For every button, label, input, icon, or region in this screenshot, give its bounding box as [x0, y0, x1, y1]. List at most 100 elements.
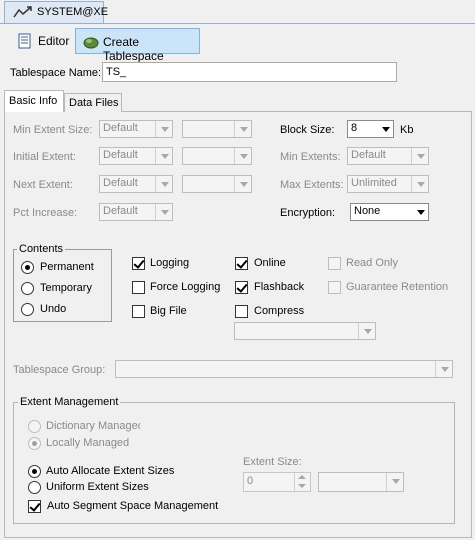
- online-checkbox[interactable]: [235, 257, 248, 270]
- chevron-down-icon: [435, 361, 452, 377]
- chevron-down-icon: [386, 473, 403, 491]
- compress-type-select[interactable]: [234, 322, 376, 340]
- auto-segment-checkbox[interactable]: [28, 500, 41, 513]
- connection-tab[interactable]: SYSTEM@XE: [4, 1, 108, 23]
- encryption-value: None: [354, 205, 381, 217]
- extent-size-unit-select[interactable]: [318, 472, 404, 492]
- block-size-label: Block Size:: [280, 124, 335, 136]
- auto-segment-label: Auto Segment Space Management: [47, 500, 219, 512]
- logging-checkbox[interactable]: [132, 257, 145, 270]
- next-extent-label: Next Extent:: [13, 179, 73, 191]
- read-only-label: Read Only: [346, 257, 398, 269]
- pct-increase-value: Default: [103, 205, 138, 217]
- tab-data-files[interactable]: Data Files: [64, 93, 122, 112]
- max-extents-select[interactable]: Unlimited: [347, 175, 429, 193]
- chevron-down-icon: [411, 148, 428, 164]
- min-extents-value: Default: [351, 149, 386, 161]
- connection-tab-label: SYSTEM@XE: [37, 6, 109, 18]
- tablespace-group-label: Tablespace Group:: [13, 364, 106, 376]
- chevron-down-icon: [376, 121, 393, 137]
- min-extent-size-value: Default: [103, 122, 138, 134]
- create-tablespace-label: Create Tablespace: [103, 35, 164, 63]
- dictionary-managed-label: Dictionary Managed: [46, 420, 140, 432]
- max-extents-value: Unlimited: [351, 177, 397, 189]
- tab-basic-info[interactable]: Basic Info: [4, 90, 64, 112]
- pct-increase-label: Pct Increase:: [13, 207, 78, 219]
- force-logging-label: Force Logging: [150, 281, 221, 293]
- contents-temporary-label: Temporary: [40, 282, 92, 294]
- compress-label: Compress: [254, 305, 305, 317]
- locally-managed-label: Locally Managed: [46, 437, 130, 449]
- uniform-extent-label: Uniform Extent Sizes: [46, 481, 149, 493]
- contents-undo-label: Undo: [40, 303, 67, 315]
- chevron-down-icon: [234, 176, 251, 192]
- min-extent-size-select[interactable]: Default: [99, 120, 173, 138]
- flashback-checkbox[interactable]: [235, 281, 248, 294]
- contents-title: Contents: [17, 243, 66, 255]
- next-extent-unit-select[interactable]: [182, 175, 252, 193]
- pct-increase-select[interactable]: Default: [99, 203, 173, 221]
- locally-managed-radio[interactable]: [28, 437, 41, 450]
- logging-label: Logging: [150, 257, 190, 269]
- initial-extent-select[interactable]: Default: [99, 147, 173, 165]
- editor-button-label: Editor: [38, 34, 70, 48]
- spinner-arrows-icon[interactable]: [294, 473, 310, 491]
- contents-undo-radio[interactable]: [21, 303, 34, 316]
- db-connection-icon: [13, 6, 32, 18]
- contents-permanent-radio[interactable]: [21, 261, 34, 274]
- auto-allocate-label: Auto Allocate Extent Sizes: [46, 465, 175, 477]
- tablespace-icon: [83, 37, 99, 49]
- guarantee-retention-checkbox[interactable]: [328, 281, 341, 294]
- chevron-down-icon: [411, 204, 428, 220]
- initial-extent-unit-select[interactable]: [182, 147, 252, 165]
- chevron-down-icon: [411, 176, 428, 192]
- tablespace-name-input[interactable]: [102, 62, 397, 82]
- online-label: Online: [254, 257, 286, 269]
- uniform-extent-radio[interactable]: [28, 481, 41, 494]
- big-file-checkbox[interactable]: [132, 305, 145, 318]
- max-extents-label: Max Extents:: [280, 179, 344, 191]
- extent-management-title: Extent Management: [18, 396, 121, 408]
- tab-data-files-label: Data Files: [69, 97, 119, 109]
- chevron-down-icon: [234, 121, 251, 137]
- create-tablespace-button[interactable]: Create Tablespace: [75, 28, 200, 63]
- flashback-label: Flashback: [254, 281, 305, 293]
- tab-basic-info-label: Basic Info: [9, 95, 58, 107]
- initial-extent-label: Initial Extent:: [13, 151, 76, 163]
- force-logging-checkbox[interactable]: [132, 281, 145, 294]
- next-extent-value: Default: [103, 177, 138, 189]
- big-file-label: Big File: [150, 305, 187, 317]
- editor-button[interactable]: Editor: [10, 28, 72, 54]
- tab-strip-divider: [0, 23, 475, 24]
- contents-permanent-label: Permanent: [40, 261, 94, 273]
- extent-size-label: Extent Size:: [243, 456, 302, 468]
- min-extents-select[interactable]: Default: [347, 147, 429, 165]
- auto-allocate-radio[interactable]: [28, 465, 41, 478]
- chevron-down-icon: [234, 148, 251, 164]
- guarantee-retention-label: Guarantee Retention: [346, 281, 449, 293]
- block-size-unit: Kb: [400, 124, 414, 136]
- encryption-select[interactable]: None: [350, 203, 429, 221]
- chevron-down-icon: [155, 148, 172, 164]
- read-only-checkbox[interactable]: [328, 257, 341, 270]
- next-extent-select[interactable]: Default: [99, 175, 173, 193]
- min-extent-size-label: Min Extent Size:: [13, 124, 93, 136]
- chevron-down-icon: [155, 204, 172, 220]
- dictionary-managed-radio[interactable]: [28, 420, 41, 433]
- tablespace-name-label: Tablespace Name:: [10, 67, 102, 79]
- chevron-down-icon: [155, 176, 172, 192]
- chevron-down-icon: [155, 121, 172, 137]
- editor-icon: [18, 33, 31, 49]
- min-extents-label: Min Extents:: [280, 151, 341, 163]
- extent-size-spinner[interactable]: 0: [243, 472, 311, 492]
- initial-extent-value: Default: [103, 149, 138, 161]
- block-size-select[interactable]: 8: [347, 120, 394, 138]
- block-size-value: 8: [351, 122, 358, 134]
- min-extent-size-unit-select[interactable]: [182, 120, 252, 138]
- chevron-down-icon: [358, 323, 375, 339]
- extent-size-value: 0: [247, 475, 254, 487]
- encryption-label: Encryption:: [280, 207, 336, 219]
- compress-checkbox[interactable]: [235, 305, 248, 318]
- tablespace-group-select[interactable]: [115, 360, 453, 378]
- contents-temporary-radio[interactable]: [21, 282, 34, 295]
